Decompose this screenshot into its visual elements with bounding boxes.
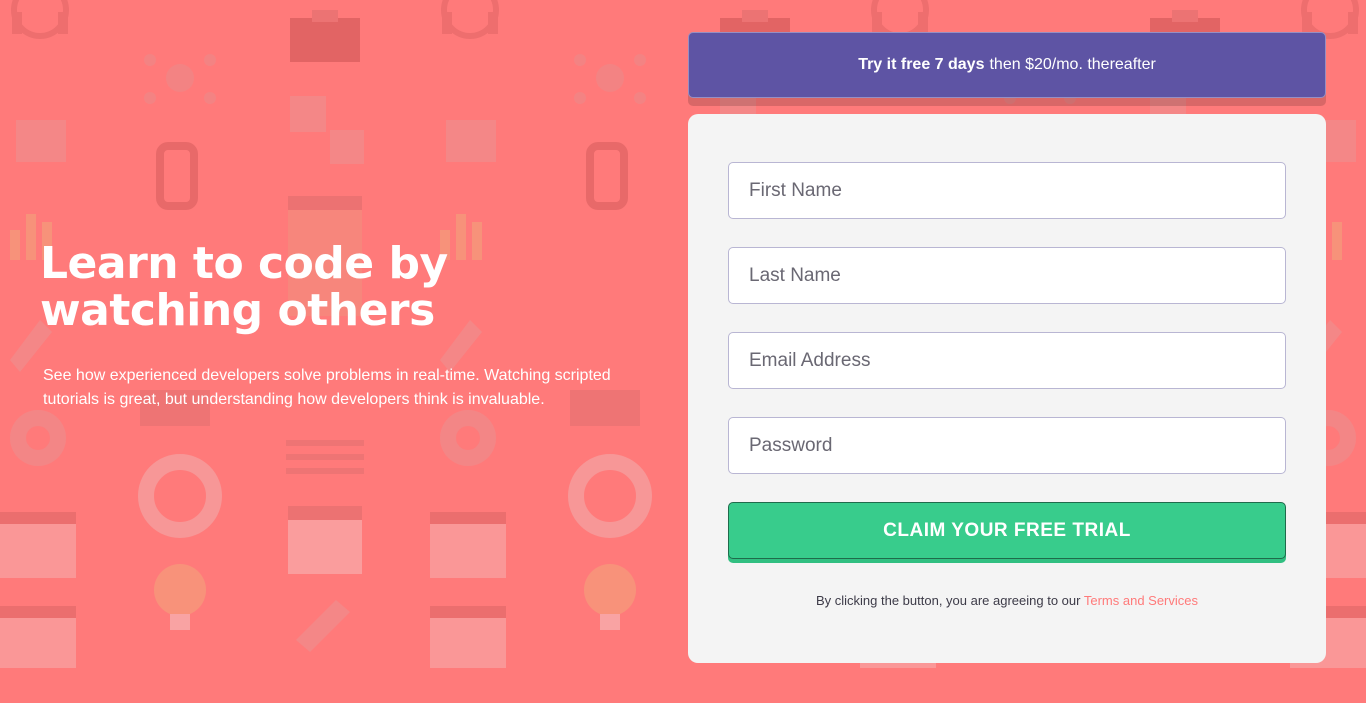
- offer-banner: Try it free 7 days then $20/mo. thereaft…: [688, 32, 1326, 98]
- terms-link[interactable]: Terms and Services: [1084, 593, 1198, 608]
- page-title-line-1: Learn to code by: [40, 238, 448, 289]
- first-name-field[interactable]: [728, 162, 1286, 219]
- last-name-field[interactable]: [728, 247, 1286, 304]
- offer-banner-bold: Try it free 7 days: [858, 56, 985, 73]
- terms-notice-text: By clicking the button, you are agreeing…: [815, 593, 1081, 608]
- terms-notice: By clicking the button, you are agreeing…: [728, 593, 1286, 608]
- offer-banner-text: then $20/mo. thereafter: [989, 56, 1156, 73]
- signup-form: CLAIM YOUR FREE TRIAL By clicking the bu…: [688, 114, 1326, 663]
- password-field[interactable]: [728, 417, 1286, 474]
- email-field[interactable]: [728, 332, 1286, 389]
- claim-free-trial-button[interactable]: CLAIM YOUR FREE TRIAL: [728, 502, 1286, 559]
- page-title-line-2: watching others: [40, 285, 435, 336]
- page-title: Learn to code by watching others: [40, 240, 630, 334]
- intro-description: See how experienced developers solve pro…: [43, 367, 611, 408]
- intro-section: Learn to code by watching others See how…: [40, 240, 630, 412]
